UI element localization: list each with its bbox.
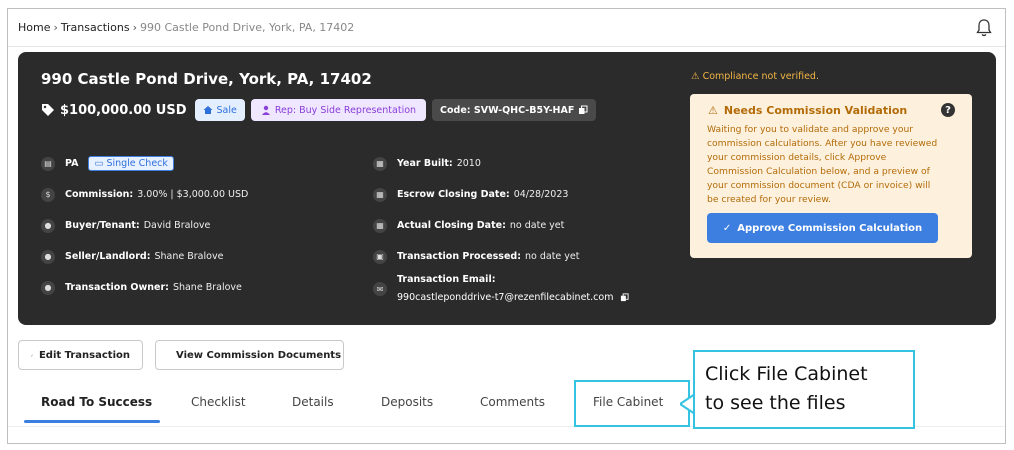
breadcrumb-current: 990 Castle Pond Drive, York, PA, 17402: [139, 21, 355, 34]
owner-row: ● Transaction Owner: Shane Bralove: [41, 272, 248, 303]
app-frame: Home › Transactions › 990 Castle Pond Drive,…: [7, 8, 1006, 444]
processed-label: Transaction Processed:: [397, 251, 521, 262]
transaction-code: Code: SVW-QHC-B5Y-HAF: [440, 104, 575, 116]
seller-value: Shane Bralove: [154, 251, 224, 262]
tab-deposits[interactable]: Deposits: [381, 395, 433, 409]
actual-closing-row: ▦ Actual Closing Date: no date yet: [373, 210, 629, 241]
person-icon: ●: [41, 218, 55, 233]
processed-icon: ▣: [373, 249, 387, 264]
state-value: PA: [65, 158, 79, 169]
edit-transaction-label: Edit Transaction: [38, 349, 130, 361]
calendar-check-icon: ▦: [373, 218, 387, 233]
compliance-text: Compliance not verified.: [702, 71, 819, 82]
transaction-code-badge[interactable]: Code: SVW-QHC-B5Y-HAF: [432, 99, 597, 121]
sale-badge: Sale: [194, 99, 245, 121]
year-built-label: Year Built:: [397, 158, 453, 169]
commission-value: 3.00% | $3,000.00 USD: [137, 189, 249, 200]
file-cabinet-highlight: [574, 380, 690, 427]
commission-validation-panel: ⚠ Needs Commission Validation ? Waiting …: [690, 94, 972, 258]
approve-commission-button[interactable]: ✓ Approve Commission Calculation: [707, 213, 938, 243]
envelope-icon: ✉: [373, 282, 387, 296]
seller-label: Seller/Landlord:: [65, 251, 151, 262]
active-tab-indicator: [24, 420, 160, 423]
tab-road-to-success[interactable]: Road To Success: [41, 395, 152, 409]
commission-row: $ Commission: 3.00% | $3,000.00 USD: [41, 179, 248, 210]
warning-icon: ⚠: [708, 104, 718, 117]
person-icon: ●: [41, 280, 55, 295]
checkmark-icon: ✓: [722, 222, 732, 234]
details-left-column: ▤ PA ▭ Single Check $ Commission: 3.00% |…: [41, 148, 248, 303]
seller-row: ● Seller/Landlord: Shane Bralove: [41, 241, 248, 272]
escrow-closing-value: 04/28/2023: [513, 189, 569, 200]
calendar-clock-icon: ▦: [373, 187, 387, 202]
building-icon: ▤: [41, 156, 55, 171]
representation-badge: Rep: Buy Side Representation: [250, 99, 427, 121]
calendar-icon: ▦: [373, 156, 387, 171]
processed-value: no date yet: [525, 251, 580, 262]
escrow-closing-label: Escrow Closing Date:: [397, 189, 510, 200]
processed-row: ▣ Transaction Processed: no date yet: [373, 241, 629, 272]
actual-closing-label: Actual Closing Date:: [397, 220, 506, 231]
details-middle-column: ▦ Year Built: 2010 ▦ Escrow Closing Date…: [373, 148, 630, 303]
breadcrumb-home[interactable]: Home: [18, 21, 50, 34]
id-card-icon: ▭: [94, 158, 104, 169]
copy-icon[interactable]: [578, 105, 588, 115]
transaction-summary-card: 990 Castle Pond Drive, York, PA, 17402 $…: [18, 52, 996, 325]
instruction-callout: Click File Cabinet to see the files: [693, 350, 915, 429]
callout-line-1: Click File Cabinet: [705, 363, 868, 385]
breadcrumb-separator: ›: [132, 21, 137, 34]
pencil-icon: [31, 354, 33, 356]
single-check-badge: ▭ Single Check: [88, 156, 174, 171]
dollar-icon: $: [41, 187, 55, 202]
state-row: ▤ PA ▭ Single Check: [41, 148, 248, 179]
validation-description: Waiting for you to validate and approve …: [707, 124, 938, 205]
tab-checklist[interactable]: Checklist: [191, 395, 246, 409]
top-bar: Home › Transactions › 990 Castle Pond Drive,…: [8, 9, 1005, 47]
commission-label: Commission:: [65, 189, 134, 200]
person-icon: [261, 105, 270, 115]
view-commission-documents-button[interactable]: View Commission Documents: [155, 340, 344, 370]
representation-badge-label: Rep: Buy Side Representation: [274, 104, 417, 116]
transaction-email-row: ✉ Transaction Email: 990castleponddrive-…: [373, 274, 630, 303]
escrow-closing-row: ▦ Escrow Closing Date: 04/28/2023: [373, 179, 629, 210]
transaction-email-block: Transaction Email: 990castleponddrive-t7…: [397, 274, 630, 303]
buyer-value: David Bralove: [143, 220, 211, 231]
transaction-email-value[interactable]: 990castleponddrive-t7@rezenfilecabinet.c…: [397, 292, 613, 303]
edit-transaction-button[interactable]: Edit Transaction: [18, 340, 143, 370]
bell-icon[interactable]: [975, 18, 993, 38]
validation-title: ⚠ Needs Commission Validation: [708, 104, 907, 117]
property-address: 990 Castle Pond Drive, York, PA, 17402: [41, 70, 372, 88]
owner-label: Transaction Owner:: [65, 282, 169, 293]
validation-title-text: Needs Commission Validation: [723, 104, 908, 117]
warning-icon: ⚠: [691, 71, 700, 82]
tag-icon: [42, 104, 54, 116]
transaction-email-label: Transaction Email:: [397, 274, 496, 285]
breadcrumb-separator: ›: [53, 21, 58, 34]
compliance-warning: ⚠ Compliance not verified.: [691, 71, 819, 82]
breadcrumb: Home › Transactions › 990 Castle Pond Drive,…: [18, 21, 354, 34]
view-commission-documents-label: View Commission Documents: [176, 349, 342, 361]
buyer-row: ● Buyer/Tenant: David Bralove: [41, 210, 248, 241]
help-icon[interactable]: ?: [941, 103, 955, 117]
year-built-row: ▦ Year Built: 2010: [373, 148, 629, 179]
copy-icon[interactable]: [620, 293, 630, 302]
single-check-label: Single Check: [106, 158, 168, 169]
sale-badge-label: Sale: [216, 104, 237, 116]
owner-value: Shane Bralove: [172, 282, 242, 293]
breadcrumb-transactions[interactable]: Transactions: [61, 21, 130, 34]
callout-line-2: to see the files: [705, 392, 846, 414]
tab-details[interactable]: Details: [292, 395, 334, 409]
tab-comments[interactable]: Comments: [480, 395, 545, 409]
price: $100,000.00 USD: [41, 103, 187, 118]
year-built-value: 2010: [456, 158, 481, 169]
actual-closing-value: no date yet: [509, 220, 565, 231]
price-row: $100,000.00 USD Sale Rep: Buy Side Repre…: [41, 98, 597, 122]
person-icon: ●: [41, 249, 55, 264]
approve-commission-label: Approve Commission Calculation: [737, 222, 923, 234]
home-icon: [203, 106, 213, 114]
price-value: $100,000.00 USD: [60, 102, 187, 118]
buyer-label: Buyer/Tenant:: [65, 220, 140, 231]
